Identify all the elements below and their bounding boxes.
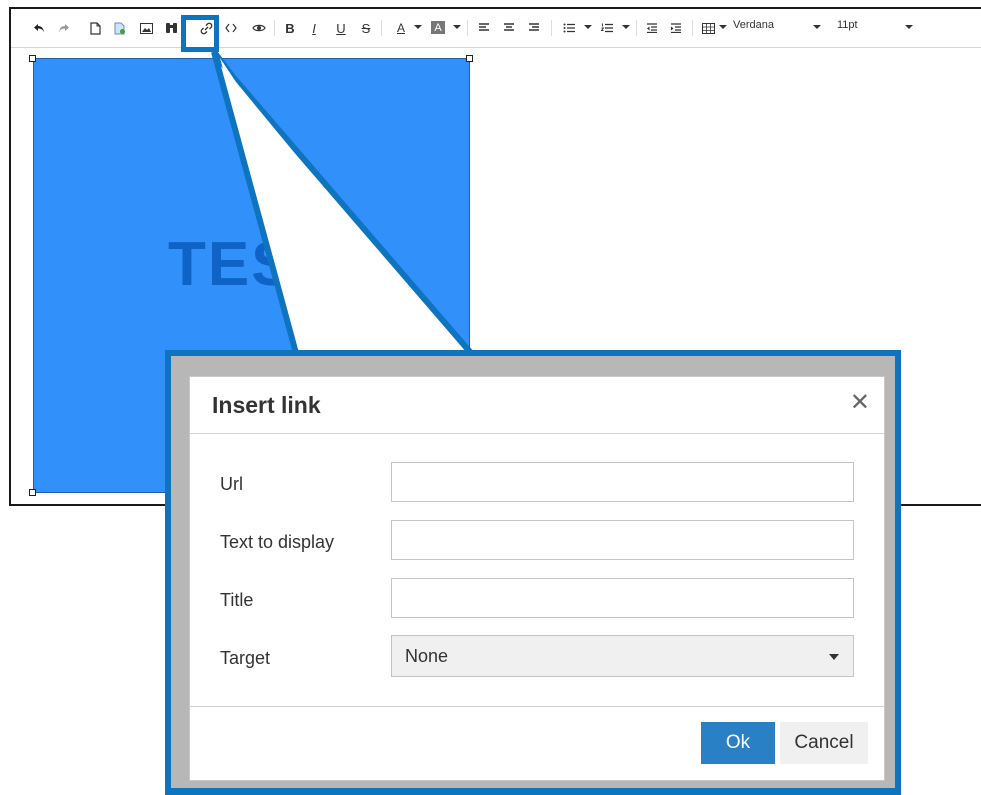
target-label: Target <box>220 648 271 668</box>
dialog-backdrop: Insert link ✕ Url Text to display Title … <box>171 356 895 788</box>
ok-button[interactable]: Ok <box>701 722 775 764</box>
title-input[interactable] <box>391 578 854 618</box>
text-to-display-label: Text to display <box>220 532 335 552</box>
dialog-footer: Ok Cancel <box>190 706 884 780</box>
target-selected-value: None <box>405 645 449 666</box>
url-label: Url <box>220 474 243 494</box>
title-label: Title <box>220 590 254 610</box>
target-select[interactable]: None <box>391 635 854 677</box>
link-button-highlight <box>181 15 219 52</box>
url-input[interactable] <box>391 462 854 502</box>
dialog-title: Insert link <box>212 392 321 418</box>
close-icon[interactable]: ✕ <box>850 391 870 415</box>
text-to-display-input[interactable] <box>391 520 854 560</box>
dialog-highlight-frame: Insert link ✕ Url Text to display Title … <box>165 350 901 795</box>
cancel-button[interactable]: Cancel <box>780 722 868 764</box>
chevron-down-icon <box>829 654 839 660</box>
insert-link-dialog: Insert link ✕ Url Text to display Title … <box>189 376 885 781</box>
dialog-header: Insert link ✕ <box>190 377 884 434</box>
